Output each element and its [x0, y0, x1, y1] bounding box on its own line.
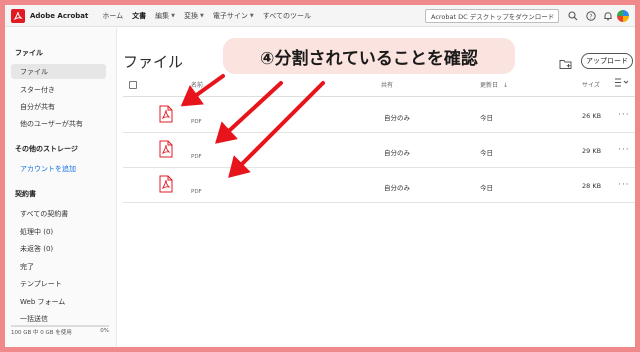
arrow-to-row-3 — [228, 81, 325, 178]
app-window: Adobe Acrobat ホーム 文書 編集 ▼ 変換 ▼ 電子サイン ▼ すべての… — [5, 5, 635, 347]
annotation-arrows — [180, 74, 325, 178]
arrow-to-row-1 — [180, 74, 225, 107]
